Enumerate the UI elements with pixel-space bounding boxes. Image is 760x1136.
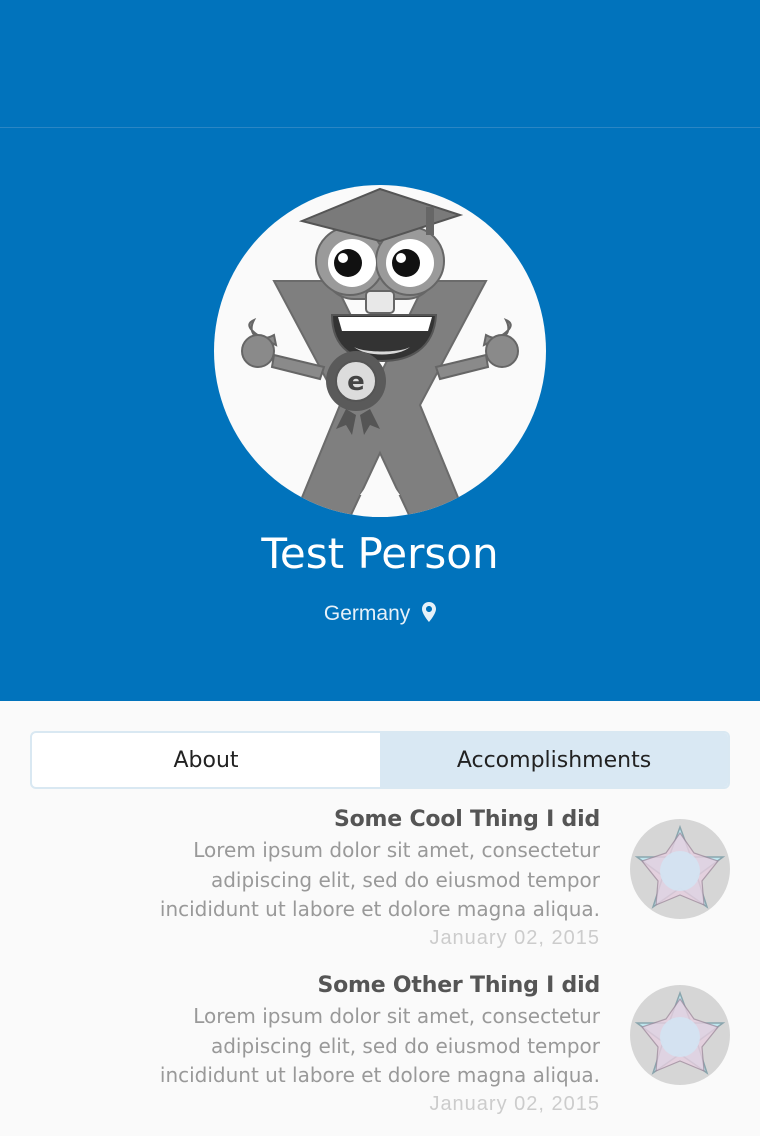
- list-item[interactable]: Some Cool Thing I did Lorem ipsum dolor …: [0, 800, 760, 966]
- item-title: Some Other Thing I did: [317, 973, 600, 998]
- item-text: Some Cool Thing I did Lorem ipsum dolor …: [120, 804, 600, 951]
- profile-tabs: About Accomplishments: [30, 731, 730, 789]
- tab-accomplishments[interactable]: Accomplishments: [380, 733, 728, 787]
- location-label: Germany: [323, 602, 411, 625]
- avatar: e: [214, 185, 546, 517]
- tab-about[interactable]: About: [32, 733, 380, 787]
- avatar-badge-letter: e: [347, 367, 365, 397]
- top-bar: [0, 0, 760, 128]
- list-item[interactable]: Some Other Thing I did Lorem ipsum dolor…: [0, 966, 760, 1132]
- map-pin-icon: [422, 602, 437, 622]
- item-date: January 02, 2015: [429, 926, 600, 949]
- profile-name: Test Person: [261, 529, 499, 578]
- item-date: January 02, 2015: [429, 1092, 600, 1115]
- star-badge-icon: [630, 819, 730, 919]
- profile-location: Germany: [0, 600, 760, 628]
- mascot-illustration: e: [241, 187, 519, 517]
- star-badge-icon: [630, 985, 730, 1085]
- item-text: Some Other Thing I did Lorem ipsum dolor…: [120, 970, 600, 1117]
- accomplishments-list: Some Cool Thing I did Lorem ipsum dolor …: [0, 800, 760, 1132]
- item-description: Lorem ipsum dolor sit amet, consectetur …: [159, 1004, 600, 1087]
- item-title: Some Cool Thing I did: [334, 807, 600, 832]
- item-description: Lorem ipsum dolor sit amet, consectetur …: [159, 838, 600, 921]
- profile-header: e Test Person Germany: [0, 128, 760, 701]
